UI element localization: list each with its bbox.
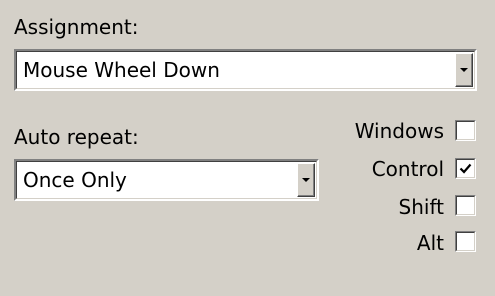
- chevron-down-icon: [460, 68, 468, 72]
- shift-checkbox[interactable]: [455, 195, 476, 216]
- windows-label: Windows: [354, 119, 444, 143]
- control-checkbox[interactable]: [455, 158, 476, 179]
- assignment-label: Assignment:: [14, 15, 139, 39]
- auto-repeat-dropdown[interactable]: Once Only: [14, 159, 319, 201]
- alt-label: Alt: [416, 231, 444, 255]
- assignment-value: Mouse Wheel Down: [23, 58, 220, 82]
- assignment-dropdown[interactable]: Mouse Wheel Down: [14, 49, 477, 91]
- windows-checkbox[interactable]: [455, 120, 476, 141]
- auto-repeat-value: Once Only: [23, 168, 127, 192]
- auto-repeat-dropdown-button[interactable]: [297, 163, 315, 197]
- control-label: Control: [371, 157, 444, 181]
- alt-checkbox[interactable]: [455, 231, 476, 252]
- chevron-down-icon: [302, 178, 310, 182]
- shift-label: Shift: [398, 195, 444, 219]
- assignment-dropdown-button[interactable]: [455, 53, 473, 87]
- auto-repeat-label: Auto repeat:: [14, 125, 139, 149]
- checkmark-icon: [459, 163, 472, 174]
